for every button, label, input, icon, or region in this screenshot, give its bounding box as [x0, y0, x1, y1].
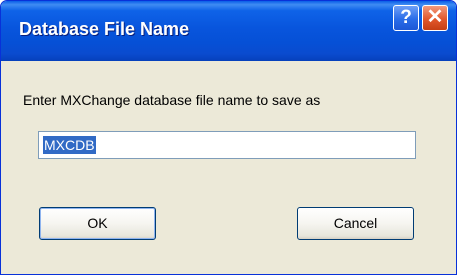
- filename-input[interactable]: MXCDB: [38, 131, 416, 159]
- filename-value: MXCDB: [43, 136, 96, 154]
- question-mark-icon: ?: [400, 7, 412, 28]
- ok-button[interactable]: OK: [39, 207, 156, 240]
- help-button[interactable]: ?: [393, 5, 419, 31]
- close-button[interactable]: ✕: [422, 5, 448, 31]
- database-file-name-dialog: Database File Name ? ✕ Enter MXChange da…: [0, 0, 457, 275]
- prompt-label: Enter MXChange database file name to sav…: [23, 92, 321, 108]
- dialog-title: Database File Name: [19, 19, 190, 39]
- title-bar[interactable]: Database File Name ? ✕: [1, 1, 456, 61]
- close-icon: ✕: [426, 6, 444, 28]
- cancel-button[interactable]: Cancel: [297, 207, 414, 240]
